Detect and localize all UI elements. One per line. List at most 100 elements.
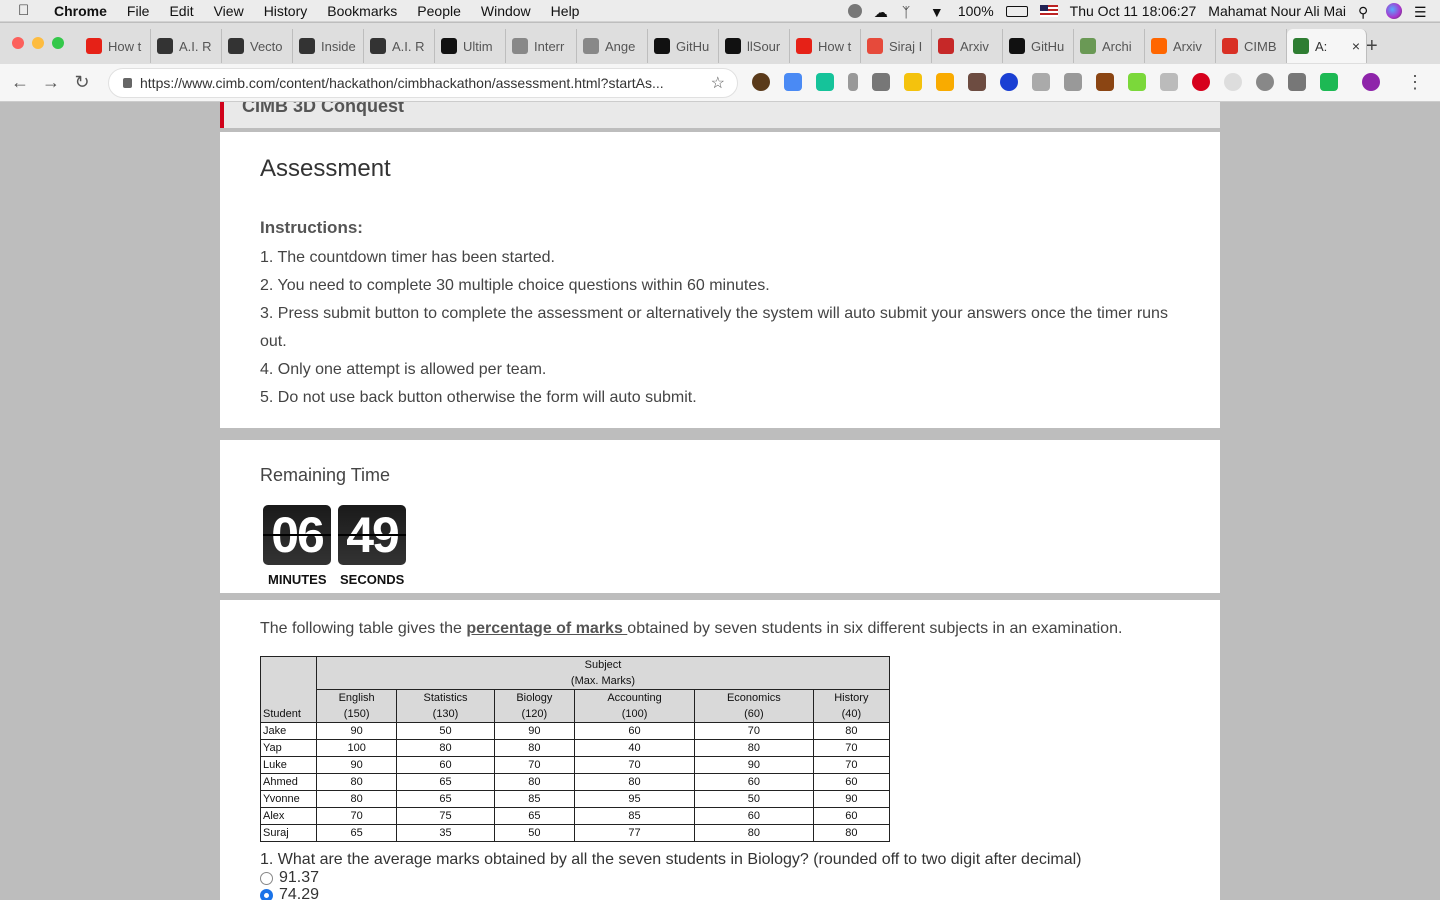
keep-icon[interactable] [904, 73, 922, 91]
menu-people[interactable]: People [417, 3, 461, 19]
siri-icon[interactable] [1386, 3, 1402, 19]
student-name-cell: Jake [260, 722, 317, 740]
tab-label[interactable]: Arxiv [960, 39, 989, 54]
tab-label[interactable]: How t [818, 39, 851, 54]
student-name-cell: Alex [260, 807, 317, 825]
tab-label[interactable]: A: [1315, 39, 1327, 54]
clock[interactable]: Thu Oct 11 18:06:27 [1070, 3, 1197, 19]
tab-label[interactable]: How t [108, 39, 141, 54]
tab-label[interactable]: Archi [1102, 39, 1132, 54]
user-name[interactable]: Mahamat Nour Ali Mai [1208, 3, 1346, 19]
browser-tab[interactable]: A: × [1287, 29, 1367, 63]
kami-icon[interactable] [1096, 73, 1114, 91]
menu-help[interactable]: Help [551, 3, 580, 19]
bluetooth-icon[interactable]: ᛉ [902, 4, 918, 20]
cloud-icon[interactable] [1064, 73, 1082, 91]
chevron-down-icon[interactable] [848, 73, 858, 91]
forward-arrow-icon[interactable]: → [40, 72, 62, 93]
tab-label[interactable]: llSour [747, 39, 780, 54]
close-window-button[interactable] [12, 37, 24, 49]
cimb-icon [1293, 38, 1309, 54]
grammarly-icon[interactable] [816, 73, 834, 91]
browser-tab[interactable]: GitHu [648, 29, 719, 63]
tab-label[interactable]: A.I. R [179, 39, 212, 54]
lock-icon[interactable] [123, 78, 132, 88]
extension-icon[interactable] [1032, 73, 1050, 91]
menu-edit[interactable]: Edit [169, 3, 193, 19]
browser-tab[interactable]: Vecto [222, 29, 293, 63]
browser-toolbar: ← → ↻ https://www.cimb.com/content/hacka… [0, 64, 1440, 102]
tab-label[interactable]: CIMB [1244, 39, 1277, 54]
browser-tab[interactable]: How t [80, 29, 151, 63]
back-arrow-icon[interactable]: ← [9, 72, 31, 93]
chrome-menu-icon[interactable]: ⋮ [1406, 72, 1424, 93]
address-bar[interactable]: https://www.cimb.com/content/hackathon/c… [108, 68, 738, 98]
extension-icon[interactable] [1256, 73, 1274, 91]
option-label[interactable]: 74.29 [279, 886, 319, 900]
browser-tab[interactable]: llSour [719, 29, 790, 63]
browser-tab[interactable]: A.I. R [151, 29, 222, 63]
tab-label[interactable]: Arxiv [1173, 39, 1202, 54]
option-label[interactable]: 91.37 [279, 869, 319, 887]
dictionary-icon[interactable] [1000, 73, 1018, 91]
browser-tab[interactable]: Siraj I [861, 29, 932, 63]
menu-view[interactable]: View [214, 3, 244, 19]
extension-icon[interactable] [872, 73, 890, 91]
browser-tab[interactable]: Inside [293, 29, 364, 63]
notification-icon[interactable] [847, 4, 862, 18]
wifi-icon[interactable]: ▼ [930, 4, 946, 20]
menu-history[interactable]: History [264, 3, 308, 19]
tab-label[interactable]: Interr [534, 39, 564, 54]
answer-option[interactable]: 74.29 [260, 886, 319, 900]
bookmark-star-icon[interactable]: ☆ [711, 73, 725, 93]
browser-tab[interactable]: Archi [1074, 29, 1145, 63]
browser-tab[interactable]: Arxiv [1145, 29, 1216, 63]
close-tab-icon[interactable]: × [1352, 38, 1360, 54]
spotlight-search-icon[interactable]: ⚲ [1358, 4, 1374, 20]
menu-window[interactable]: Window [481, 3, 531, 19]
extension-icon[interactable] [1224, 73, 1242, 91]
radio-button-selected[interactable] [260, 888, 273, 900]
tab-label[interactable]: GitHu [676, 39, 709, 54]
browser-tab[interactable]: Arxiv [932, 29, 1003, 63]
extension-icon[interactable] [1128, 73, 1146, 91]
radio-button[interactable] [260, 871, 273, 885]
url-text[interactable]: https://www.cimb.com/content/hackathon/c… [140, 75, 711, 91]
translate-icon[interactable] [784, 73, 802, 91]
battery-icon[interactable] [1005, 5, 1028, 17]
maximize-window-button[interactable] [52, 37, 64, 49]
tab-label[interactable]: Ange [605, 39, 635, 54]
profile-avatar[interactable] [1362, 73, 1380, 91]
tab-label[interactable]: Ultim [463, 39, 493, 54]
extension-icon[interactable] [1288, 73, 1306, 91]
new-tab-button[interactable]: + [1366, 35, 1378, 58]
tab-label[interactable]: Inside [321, 39, 356, 54]
extension-icon[interactable] [1320, 73, 1338, 91]
input-source-flag-icon[interactable] [1039, 5, 1058, 17]
adblock-icon[interactable] [1192, 73, 1210, 91]
browser-tab[interactable]: CIMB [1216, 29, 1287, 63]
tab-label[interactable]: Siraj I [889, 39, 922, 54]
apple-menu-icon[interactable]:  [18, 2, 38, 19]
browser-tab[interactable]: A.I. R [364, 29, 435, 63]
extension-icon[interactable] [1160, 73, 1178, 91]
creative-cloud-icon[interactable]: ☁ [874, 4, 890, 20]
tab-label[interactable]: GitHu [1031, 39, 1064, 54]
tab-label[interactable]: A.I. R [392, 39, 425, 54]
highlighter-icon[interactable] [936, 73, 954, 91]
browser-tab[interactable]: Interr [506, 29, 577, 63]
browser-tab[interactable]: Ange [577, 29, 648, 63]
extension-icon[interactable] [752, 73, 770, 91]
menu-bookmarks[interactable]: Bookmarks [327, 3, 397, 19]
minimize-window-button[interactable] [32, 37, 44, 49]
browser-tab[interactable]: Ultim [435, 29, 506, 63]
extension-icon[interactable] [968, 73, 986, 91]
browser-tab[interactable]: How t [790, 29, 861, 63]
menu-file[interactable]: File [127, 3, 150, 19]
answer-option[interactable]: 91.37 [260, 869, 319, 887]
tab-label[interactable]: Vecto [250, 39, 283, 54]
browser-tab[interactable]: GitHu [1003, 29, 1074, 63]
menu-chrome[interactable]: Chrome [54, 3, 107, 19]
notification-center-icon[interactable]: ☰ [1414, 4, 1430, 20]
reload-icon[interactable]: ↻ [71, 72, 93, 93]
